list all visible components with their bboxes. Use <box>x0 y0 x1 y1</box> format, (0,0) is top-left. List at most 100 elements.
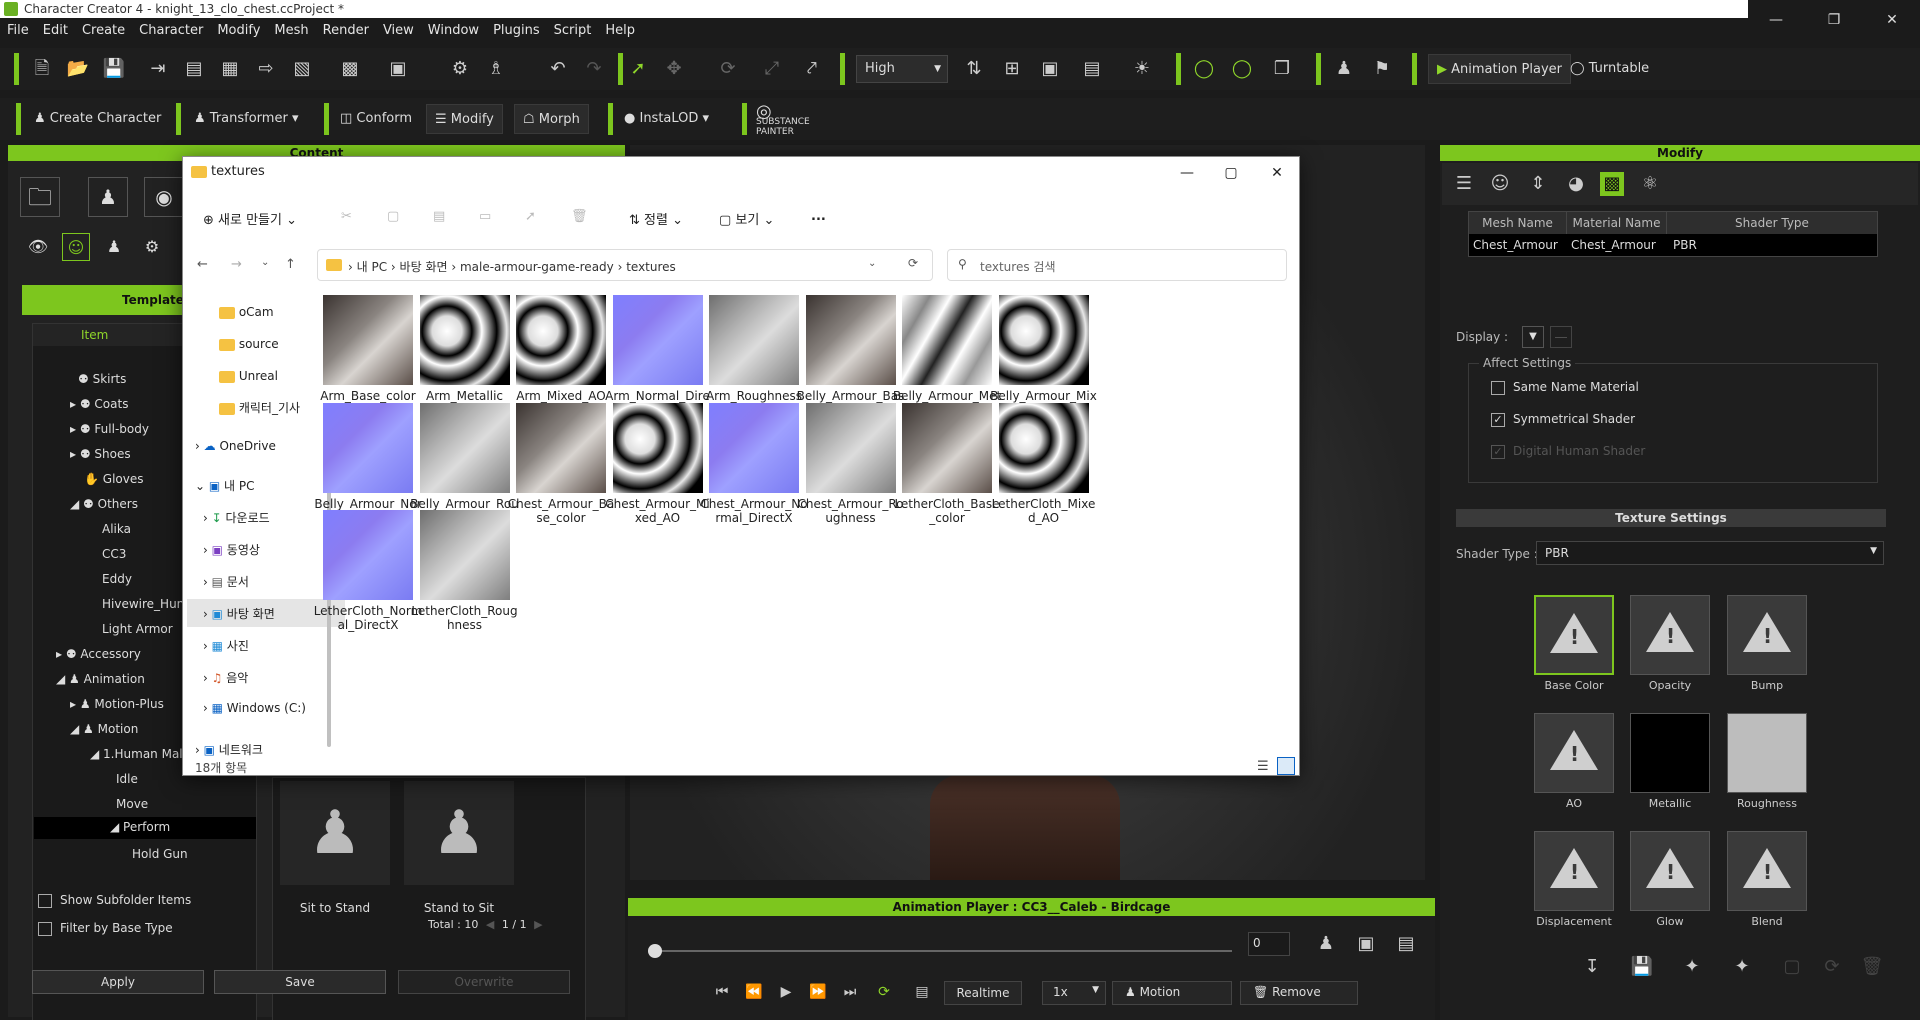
same-name-material-checkbox[interactable]: Same Name Material <box>1491 380 1639 395</box>
remove-button[interactable]: 🗑 Remove <box>1240 981 1358 1005</box>
address-bar[interactable]: › 내 PC › 바탕 화면 › male-armour-game-ready … <box>317 249 933 281</box>
restore-icon[interactable]: ❐ <box>1814 8 1854 32</box>
glow-swatch[interactable] <box>1630 831 1710 911</box>
close-icon[interactable]: ✕ <box>1872 8 1912 32</box>
rename-icon[interactable]: ▭ <box>479 209 491 224</box>
menu-script[interactable]: Script <box>547 20 599 41</box>
menu-help[interactable]: Help <box>598 20 642 41</box>
file-item[interactable]: Belly_Armour_Mixed_AO <box>989 295 1099 417</box>
ao-swatch[interactable] <box>1534 713 1614 793</box>
last-frame-icon[interactable]: ⏭ <box>838 980 862 1004</box>
sidebar-item-pictures[interactable]: › ▦ 사진 <box>203 637 249 654</box>
sliders-icon[interactable]: ☰ <box>1452 172 1476 196</box>
new-button[interactable]: ⊕ 새로 만들기 ⌄ <box>203 209 297 228</box>
tree-item-light-armor[interactable]: Light Armor <box>102 622 173 636</box>
symmetrical-shader-checkbox[interactable]: ✓ Symmetrical Shader <box>1491 412 1635 427</box>
explorer-maximize-icon[interactable]: ▢ <box>1209 161 1253 185</box>
conform-button[interactable]: ◫ Conform <box>332 104 420 134</box>
forward-icon[interactable]: → <box>231 257 242 272</box>
file-item[interactable]: Arm_Metallic <box>410 295 520 403</box>
usd-icon[interactable]: ▦ <box>218 57 242 81</box>
filter-base-type-checkbox[interactable]: Filter by Base Type <box>38 921 173 936</box>
modify-button[interactable]: ☰ Modify <box>426 104 503 134</box>
cut-icon[interactable]: ✂ <box>341 209 352 224</box>
explorer-close-icon[interactable]: ✕ <box>1255 161 1299 185</box>
overwrite-button[interactable]: Overwrite <box>398 970 570 994</box>
file-item[interactable]: Arm_Normal_DirectX <box>603 295 713 417</box>
eye-icon[interactable]: 👁 <box>24 233 52 261</box>
tree-item-eddy[interactable]: Eddy <box>102 572 132 586</box>
menu-edit[interactable]: Edit <box>36 20 75 41</box>
menu-window[interactable]: Window <box>421 20 486 41</box>
timeline-handle[interactable] <box>648 944 662 958</box>
back-icon[interactable]: ← <box>197 257 208 272</box>
speed-select[interactable]: 1x ▼ <box>1042 981 1106 1005</box>
fbx-export-icon[interactable]: ▩ <box>338 57 362 81</box>
play-icon[interactable]: ▶ <box>774 980 798 1004</box>
motion-button[interactable]: ♟ Motion <box>1112 981 1232 1005</box>
texture-settings-header[interactable]: Texture Settings <box>1456 509 1886 527</box>
show-subfolder-checkbox[interactable]: Show Subfolder Items <box>38 893 191 908</box>
tree-item-hivewire[interactable]: Hivewire_Hunt <box>102 597 189 611</box>
fit-icon[interactable]: ⇅ <box>962 57 986 81</box>
up-icon[interactable]: ↑ <box>285 257 296 272</box>
tree-item-gloves[interactable]: ✋ Gloves <box>84 472 143 486</box>
bone-icon[interactable]: ◯ <box>1192 57 1216 81</box>
wire-icon[interactable]: ◯ <box>1230 57 1254 81</box>
menu-modify[interactable]: Modify <box>210 20 267 41</box>
quality-select[interactable]: High ▼ <box>856 55 948 83</box>
file-item[interactable]: Arm_Base_color <box>313 295 423 403</box>
copy-icon[interactable]: ▢ <box>1780 955 1804 979</box>
stand-to-sit-thumbnail[interactable]: ♟ <box>404 781 514 885</box>
displacement-swatch[interactable] <box>1534 831 1614 911</box>
material-tab-icon[interactable]: ◉ <box>144 177 184 217</box>
search-input[interactable]: textures 검색 <box>980 258 1056 275</box>
file-item[interactable]: LetherCloth_Normal_DirectX <box>313 510 423 632</box>
tree-item-full-body[interactable]: ▸ ⚉ Full-body <box>70 422 149 436</box>
file-item[interactable]: LetherCloth_Mixed_AO <box>989 402 1099 525</box>
sort-button[interactable]: ⇅ 정렬 ⌄ <box>629 209 683 228</box>
open-folder-icon[interactable]: 📂 <box>66 57 90 81</box>
new-file-icon[interactable]: 🗎 <box>30 57 54 81</box>
file-item[interactable]: Belly_Armour_Base_color <box>796 295 906 417</box>
undo-icon[interactable]: ↶ <box>546 57 570 81</box>
file-item[interactable]: Arm_Roughness <box>699 295 809 403</box>
sidebar-item-knight[interactable]: 캐릭터_기사 <box>219 399 300 416</box>
save-texture-icon[interactable]: 💾 <box>1630 955 1654 979</box>
minimize-icon[interactable]: — <box>1756 8 1796 32</box>
scale-icon[interactable]: ⤢ <box>760 57 784 81</box>
history-icon[interactable]: ⌄ <box>261 257 269 268</box>
refresh-address-icon[interactable]: ⟳ <box>908 256 918 270</box>
physics-icon[interactable]: ◕ <box>1564 172 1588 196</box>
morph-icon[interactable]: ⇕ <box>1526 172 1550 196</box>
file-item[interactable]: Belly_Armour_Normal_DirectX <box>313 402 423 525</box>
camera-icon[interactable]: ▣ <box>1038 57 1062 81</box>
save-icon[interactable]: 💾 <box>102 57 126 81</box>
material-icon[interactable]: ▩ <box>1600 172 1624 196</box>
light-icon[interactable]: ☀ <box>1130 57 1154 81</box>
share-file-icon[interactable]: ➚ <box>525 209 536 224</box>
tree-item-motion-plus[interactable]: ▸ ♟ Motion-Plus <box>70 697 164 711</box>
view-button[interactable]: ▢ 보기 ⌄ <box>719 209 774 228</box>
metallic-swatch[interactable] <box>1630 713 1710 793</box>
sidebar-item-ocam[interactable]: oCam <box>219 305 274 319</box>
explorer-minimize-icon[interactable]: — <box>1165 161 1209 185</box>
file-item[interactable]: Chest_Armour_Roughness <box>796 402 906 525</box>
camera-switch-icon[interactable]: ▣ <box>1354 932 1378 956</box>
paste-icon[interactable]: ▤ <box>433 209 445 224</box>
folder-tab-icon[interactable]: 🗀 <box>20 177 60 217</box>
address-dropdown-icon[interactable]: ⌄ <box>868 258 876 269</box>
substance-painter-button[interactable]: ◎ SUBSTANCE PAINTER <box>756 103 810 138</box>
sit-to-stand-thumbnail[interactable]: ♟ <box>280 781 390 885</box>
apply-button[interactable]: Apply <box>32 970 204 994</box>
file-item[interactable]: Chest_Armour_Mixed_AO <box>603 402 713 525</box>
ik-icon[interactable]: ♟ <box>1314 932 1338 956</box>
motion-icon[interactable]: ☺ <box>1488 172 1512 196</box>
tree-item-motion[interactable]: ◢ ♟ Motion <box>70 722 138 736</box>
pose-icon[interactable]: ♗ <box>484 57 508 81</box>
menu-create[interactable]: Create <box>75 20 132 41</box>
tree-item-others[interactable]: ◢ ⚉ Others <box>70 497 138 511</box>
tree-item-animation[interactable]: ◢ ♟ Animation <box>56 672 145 686</box>
details-view-icon[interactable]: ☰ <box>1257 759 1269 774</box>
snap-icon[interactable]: ⤤ <box>800 57 824 81</box>
